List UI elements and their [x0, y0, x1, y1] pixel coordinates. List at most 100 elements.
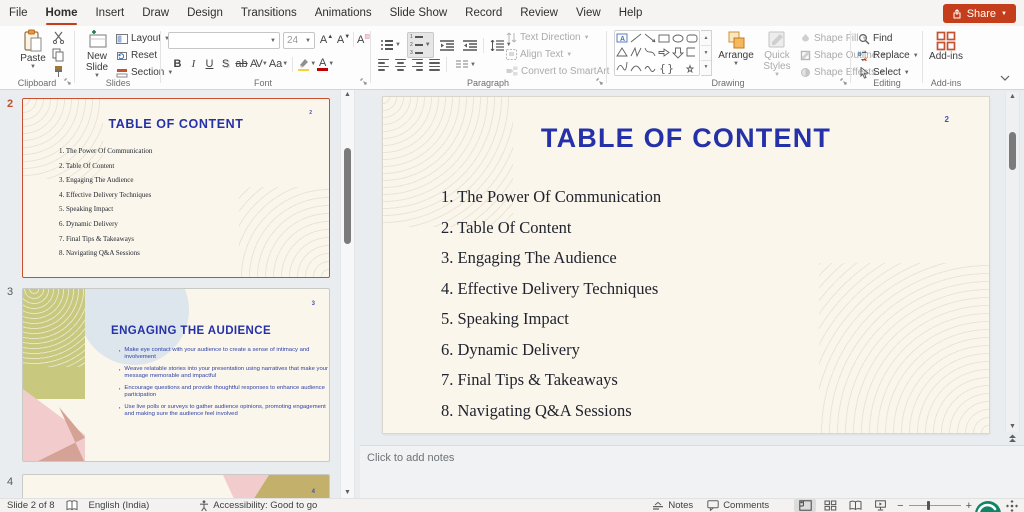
- toc-item[interactable]: 3. Engaging The Audience: [441, 248, 661, 268]
- shapes-scroll-up[interactable]: ▲: [701, 31, 711, 46]
- reading-view-button[interactable]: [844, 499, 866, 512]
- tab-help[interactable]: Help: [610, 0, 652, 26]
- clear-formatting-button[interactable]: A▨: [356, 32, 371, 48]
- tab-home[interactable]: Home: [37, 0, 87, 26]
- previous-slide-button[interactable]: [1005, 434, 1020, 443]
- add-ins-button[interactable]: Add-ins: [928, 31, 964, 62]
- new-slide-button[interactable]: New Slide ▼: [80, 29, 114, 79]
- find-button[interactable]: Find: [858, 31, 919, 46]
- notes-pane[interactable]: Click to add notes: [360, 445, 1024, 498]
- replace-button[interactable]: bc Replace▼: [858, 48, 919, 63]
- numbering-button[interactable]: 123 ▼: [407, 32, 434, 58]
- change-case-button[interactable]: Aa▼: [269, 56, 288, 72]
- tab-review[interactable]: Review: [511, 0, 567, 26]
- scroll-down-arrow[interactable]: ▼: [1006, 422, 1019, 432]
- clipboard-dialog-launcher[interactable]: [64, 78, 72, 86]
- zoom-in-button[interactable]: +: [966, 500, 972, 512]
- align-right-button[interactable]: [412, 59, 423, 71]
- underline-button[interactable]: U: [202, 56, 217, 72]
- tab-transitions[interactable]: Transitions: [232, 0, 306, 26]
- scroll-up-arrow[interactable]: ▲: [341, 90, 354, 100]
- bullets-button[interactable]: ▼: [378, 38, 404, 52]
- tab-file[interactable]: File: [0, 0, 37, 26]
- shapes-scroll-down[interactable]: ▼: [701, 46, 711, 61]
- toc-item[interactable]: 2. Table Of Content: [441, 218, 661, 238]
- text-shadow-button[interactable]: S: [218, 56, 233, 72]
- character-spacing-button[interactable]: AV▼: [250, 56, 268, 72]
- share-button[interactable]: Share ▼: [943, 4, 1016, 23]
- arrange-button[interactable]: Arrange ▼: [716, 30, 756, 67]
- slide-toc-list[interactable]: 1. The Power Of Communication 2. Table O…: [441, 187, 661, 421]
- spell-check-button[interactable]: [62, 499, 82, 512]
- scrollbar-thumb[interactable]: [1009, 132, 1016, 170]
- normal-view-button[interactable]: [794, 499, 816, 512]
- toc-item[interactable]: 7. Final Tips & Takeaways: [441, 370, 661, 390]
- zoom-slider[interactable]: [909, 499, 961, 512]
- thumbnail-scrollbar[interactable]: ▲ ▼: [340, 90, 355, 498]
- decrease-indent-button[interactable]: [437, 38, 457, 53]
- justify-button[interactable]: [429, 59, 440, 71]
- grow-font-button[interactable]: A▲: [319, 32, 334, 48]
- columns-button[interactable]: ▼: [453, 58, 479, 72]
- text-direction-button[interactable]: Text Direction▼: [506, 30, 618, 45]
- paste-button[interactable]: Paste ▼: [14, 29, 52, 70]
- tab-slide-show[interactable]: Slide Show: [381, 0, 457, 26]
- slide-thumbnail-3[interactable]: 3 ENGAGING THE AUDIENCE ▪Make eye contac…: [22, 288, 330, 462]
- copy-button[interactable]: [52, 47, 65, 62]
- font-name-combobox[interactable]: ▼: [168, 32, 280, 49]
- scroll-up-arrow[interactable]: ▲: [1006, 92, 1019, 102]
- cut-button[interactable]: [52, 30, 65, 45]
- notes-toggle-button[interactable]: Notes: [645, 499, 700, 512]
- accessibility-button[interactable]: Accessibility: Good to go: [192, 499, 324, 512]
- language-button[interactable]: English (India): [82, 499, 157, 512]
- tab-record[interactable]: Record: [456, 0, 511, 26]
- comments-toggle-button[interactable]: Comments: [700, 499, 776, 512]
- slide-indicator[interactable]: Slide 2 of 8: [0, 499, 62, 512]
- fit-slide-to-window-button[interactable]: [1004, 499, 1024, 512]
- toc-item[interactable]: 1. The Power Of Communication: [441, 187, 661, 207]
- layout-button[interactable]: Layout▼: [116, 31, 173, 46]
- scrollbar-thumb[interactable]: [344, 148, 351, 244]
- align-text-button[interactable]: Align Text▼: [506, 47, 618, 62]
- toc-item[interactable]: 5. Speaking Impact: [441, 309, 661, 329]
- font-color-button[interactable]: A ▼: [317, 56, 334, 72]
- bold-button[interactable]: B: [170, 56, 185, 72]
- slide-area-scrollbar[interactable]: ▲ ▼: [1005, 92, 1020, 432]
- slide-thumbnail-2[interactable]: 2 TABLE OF CONTENT 1. The Power Of Commu…: [22, 98, 330, 278]
- slide-show-button[interactable]: [869, 499, 891, 512]
- toc-item[interactable]: 8. Navigating Q&A Sessions: [441, 401, 661, 421]
- quick-styles-button[interactable]: Quick Styles ▼: [758, 30, 796, 78]
- shape-gallery[interactable]: {} A: [614, 30, 700, 76]
- font-dialog-launcher[interactable]: [360, 78, 368, 86]
- align-left-button[interactable]: [378, 59, 389, 71]
- zoom-out-button[interactable]: −: [897, 500, 903, 512]
- tab-draw[interactable]: Draw: [133, 0, 178, 26]
- scroll-down-arrow[interactable]: ▼: [341, 488, 354, 498]
- tab-view[interactable]: View: [567, 0, 610, 26]
- convert-to-smartart-button[interactable]: Convert to SmartArt▼: [506, 64, 618, 79]
- tab-animations[interactable]: Animations: [306, 0, 381, 26]
- tab-design[interactable]: Design: [178, 0, 232, 26]
- shrink-font-button[interactable]: A▼: [336, 32, 351, 48]
- collapse-ribbon-button[interactable]: [1000, 75, 1010, 81]
- slide-canvas[interactable]: 2 TABLE OF CONTENT 1. The Power Of Commu…: [383, 97, 989, 433]
- slide-sorter-view-button[interactable]: [819, 499, 841, 512]
- slide-title[interactable]: TABLE OF CONTENT: [383, 123, 989, 154]
- toc-item[interactable]: 6. Dynamic Delivery: [441, 340, 661, 360]
- italic-button[interactable]: I: [186, 56, 201, 72]
- shapes-more-button[interactable]: ▼: [701, 61, 711, 75]
- reset-button[interactable]: Reset: [116, 48, 173, 63]
- align-center-button[interactable]: [395, 59, 406, 71]
- tab-insert[interactable]: Insert: [86, 0, 133, 26]
- zoom-slider-thumb[interactable]: [927, 501, 930, 510]
- toc-item[interactable]: 4. Effective Delivery Techniques: [441, 279, 661, 299]
- grammarly-badge[interactable]: [974, 499, 1004, 512]
- increase-indent-button[interactable]: [460, 38, 480, 53]
- strikethrough-button[interactable]: ab: [234, 56, 249, 72]
- format-painter-button[interactable]: [52, 64, 65, 79]
- slide-thumbnail-4[interactable]: 4: [22, 474, 330, 498]
- drawing-dialog-launcher[interactable]: [840, 78, 848, 86]
- text-highlight-button[interactable]: ▼: [297, 56, 316, 72]
- font-size-combobox[interactable]: 24▼: [283, 32, 315, 49]
- paragraph-dialog-launcher[interactable]: [596, 78, 604, 86]
